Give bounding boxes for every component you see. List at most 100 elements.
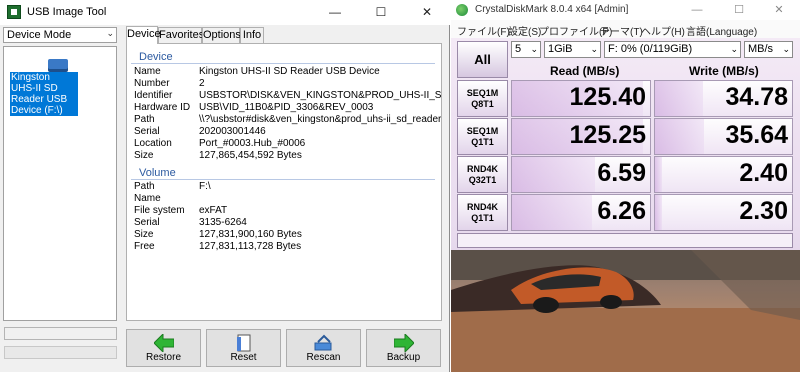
count-select-value: 5 (515, 43, 522, 55)
arrow-right-icon (394, 334, 414, 352)
prop-value: USBSTOR\DISK&VEN_KINGSTON&PROD_UHS-II_SD… (199, 90, 442, 101)
restore-label: Restore (145, 352, 181, 363)
test-seq1m-q1t1-button[interactable]: SEQ1M Q1T1 (457, 118, 508, 155)
read-header: Read (MB/s) (550, 64, 620, 78)
write-level-bar (655, 81, 703, 116)
wallpaper-image (451, 250, 800, 372)
chevron-down-icon: ⌄ (590, 44, 598, 54)
prop-label: Name (134, 66, 161, 77)
prop-value: 127,865,454,592 Bytes (199, 150, 302, 161)
write-value: 35.64 (725, 121, 788, 149)
prop-value: F:\ (199, 181, 211, 192)
group-divider (131, 179, 435, 180)
read-result: 6.59 (511, 156, 651, 193)
close-button[interactable]: ✕ (404, 0, 450, 25)
read-value: 6.26 (597, 197, 646, 225)
window-title: USB Image Tool (27, 6, 107, 18)
maximize-button[interactable]: ☐ (358, 0, 404, 25)
backup-label: Backup (386, 352, 421, 363)
size-select-value: 1GiB (548, 43, 573, 55)
volume-group-header: Volume (127, 167, 441, 180)
prop-value: \\?\usbstor#disk&ven_kingston&prod_uhs-i… (199, 114, 442, 125)
drive-select[interactable]: F: 0% (0/119GiB) ⌄ (604, 41, 741, 58)
menu-theme[interactable]: テーマ(T) (600, 23, 643, 38)
prop-label: Identifier (134, 90, 173, 101)
prop-value: 127,831,900,160 Bytes (199, 229, 302, 240)
chevron-down-icon: ⌄ (730, 44, 738, 54)
test-name: SEQ1M (466, 126, 499, 136)
group-divider (131, 63, 435, 64)
reset-label: Reset (230, 352, 257, 363)
write-level-bar (655, 119, 705, 154)
write-result: 2.30 (654, 194, 793, 231)
menu-help[interactable]: ヘルプ(H) (641, 23, 685, 38)
prop-value: 3135-6264 (199, 217, 247, 228)
backup-button[interactable]: Backup (366, 329, 441, 367)
restore-button[interactable]: Restore (126, 329, 201, 367)
chevron-down-icon: ⌄ (530, 44, 538, 54)
prop-value: 202003001446 (199, 126, 266, 137)
minimize-button[interactable]: — (677, 0, 717, 20)
all-button[interactable]: All (457, 41, 508, 78)
tab-favorites[interactable]: Favorites (158, 27, 204, 43)
prop-label: Name (134, 193, 161, 204)
size-select[interactable]: 1GiB ⌄ (544, 41, 601, 58)
prop-label: Serial (134, 126, 160, 137)
prop-value: Kingston UHS-II SD Reader USB Device (199, 66, 380, 77)
device-list-item[interactable]: Kingston UHS-II SD Reader USB Device (F:… (10, 72, 78, 116)
test-rnd4k-q32t1-button[interactable]: RND4K Q32T1 (457, 156, 508, 193)
reset-button[interactable]: Reset (206, 329, 281, 367)
menu-language[interactable]: 言語(Language) (686, 23, 757, 38)
test-name: SEQ1M (466, 88, 499, 98)
write-result: 35.64 (654, 118, 793, 155)
device-group-title: Device (139, 51, 173, 63)
test-rnd4k-q1t1-button[interactable]: RND4K Q1T1 (457, 194, 508, 231)
volume-group-title: Volume (139, 167, 176, 179)
close-button[interactable]: ✕ (759, 0, 799, 20)
test-param: Q1T1 (471, 137, 494, 147)
test-seq1m-q8t1-button[interactable]: SEQ1M Q8T1 (457, 80, 508, 117)
menu-file[interactable]: ファイル(F) (457, 23, 510, 38)
mode-select[interactable]: Device Mode ⌄ (3, 27, 117, 43)
read-value: 125.25 (569, 121, 646, 149)
app-icon (456, 4, 468, 16)
prop-value: exFAT (199, 205, 228, 216)
read-result: 6.26 (511, 194, 651, 231)
write-header: Write (MB/s) (689, 64, 759, 78)
usb-image-tool-window: USB Image Tool — ☐ ✕ Device Mode ⌄ Kings… (0, 0, 450, 372)
tab-device[interactable]: Device (126, 26, 161, 44)
mode-select-value: Device Mode (7, 29, 72, 41)
prop-value: 127,831,113,728 Bytes (199, 241, 302, 252)
test-param: Q32T1 (468, 175, 497, 185)
read-value: 6.59 (597, 159, 646, 187)
write-level-bar (655, 195, 662, 230)
comment-field[interactable] (457, 233, 793, 248)
title-bar: CrystalDiskMark 8.0.4 x64 [Admin] — ☐ ✕ (451, 0, 800, 20)
minimize-button[interactable]: — (312, 0, 358, 25)
maximize-button[interactable]: ☐ (719, 0, 759, 20)
tab-info[interactable]: Info (240, 27, 264, 43)
menu-settings[interactable]: 設定(S) (508, 23, 541, 38)
test-name: RND4K (466, 202, 498, 212)
rescan-label: Rescan (306, 352, 341, 363)
write-result: 2.40 (654, 156, 793, 193)
read-level-bar (512, 195, 593, 230)
prop-label: Path (134, 181, 155, 192)
rescan-button[interactable]: Rescan (286, 329, 361, 367)
device-list[interactable]: Kingston UHS-II SD Reader USB Device (F:… (3, 46, 117, 321)
prop-label: Path (134, 114, 155, 125)
test-name: RND4K (466, 164, 498, 174)
tab-options[interactable]: Options (202, 27, 241, 43)
unit-select[interactable]: MB/s ⌄ (744, 41, 793, 58)
device-group-header: Device (127, 51, 441, 64)
write-result: 34.78 (654, 80, 793, 117)
arrow-left-icon (154, 334, 174, 352)
refresh-icon (314, 334, 332, 351)
prop-label: Free (134, 241, 155, 252)
app-icon (7, 5, 21, 19)
prop-value: USB\VID_11B0&PID_3306&REV_0003 (199, 102, 374, 113)
chevron-down-icon: ⌄ (106, 28, 114, 38)
sports-car-image (451, 250, 800, 372)
count-select[interactable]: 5 ⌄ (511, 41, 541, 58)
write-value: 34.78 (725, 83, 788, 111)
